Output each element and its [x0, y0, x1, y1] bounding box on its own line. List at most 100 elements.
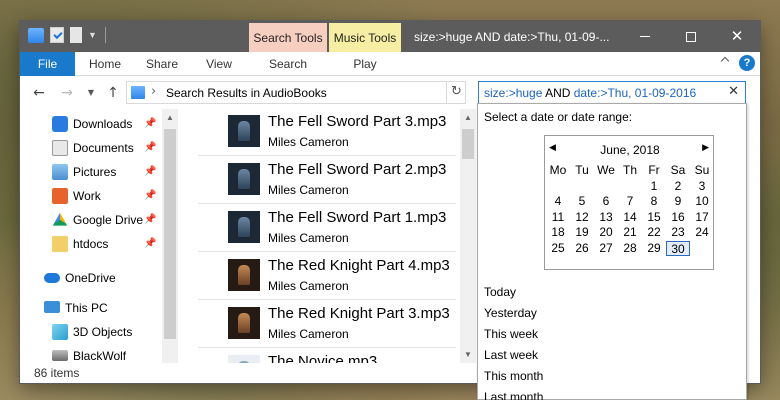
sidebar-item-label: BlackWolf: [73, 349, 127, 363]
minimize-button[interactable]: [622, 21, 668, 52]
sidebar-item-documents[interactable]: Documents 📌: [20, 137, 160, 159]
calendar-day[interactable]: 27: [594, 241, 618, 256]
calendar-day[interactable]: 29: [642, 241, 666, 256]
calendar-day[interactable]: 8: [642, 194, 666, 209]
maximize-button[interactable]: [668, 21, 714, 52]
sidebar-item-google-drive[interactable]: Google Drive 📌: [20, 209, 160, 231]
back-button[interactable]: ←: [29, 84, 49, 102]
calendar-day[interactable]: 13: [594, 210, 618, 225]
list-item[interactable]: The Fell Sword Part 2.mp3 Miles Cameron: [198, 157, 456, 204]
navigation-scrollbar[interactable]: ▲: [162, 109, 178, 363]
breadcrumb-chevron-icon[interactable]: ›: [151, 84, 156, 99]
tab-home[interactable]: Home: [77, 52, 133, 76]
calendar-day[interactable]: 4: [546, 194, 570, 209]
calendar-day[interactable]: 2: [666, 179, 690, 194]
calendar-month-title[interactable]: June, 2018: [545, 143, 715, 157]
tab-play[interactable]: Play: [329, 52, 401, 76]
next-month-icon[interactable]: ▶: [702, 142, 709, 153]
list-item[interactable]: The Red Knight Part 3.mp3 Miles Cameron: [198, 301, 456, 348]
list-item[interactable]: The Fell Sword Part 3.mp3 Miles Cameron: [198, 109, 456, 156]
address-bar[interactable]: › Search Results in AudioBooks: [126, 81, 466, 104]
pin-icon[interactable]: 📌: [144, 166, 156, 177]
download-arrow-icon: [52, 116, 68, 132]
calendar-day[interactable]: 19: [570, 225, 594, 240]
range-last-week[interactable]: Last week: [484, 348, 538, 362]
calendar-day[interactable]: 11: [546, 210, 570, 225]
calendar-day[interactable]: 18: [546, 225, 570, 240]
pin-icon[interactable]: 📌: [144, 118, 156, 129]
scroll-up-icon[interactable]: ▲: [166, 113, 174, 122]
forward-button[interactable]: →: [57, 84, 77, 102]
calendar-day[interactable]: 12: [570, 210, 594, 225]
list-item[interactable]: The Novice.mp3: [198, 349, 456, 363]
pin-icon[interactable]: 📌: [144, 142, 156, 153]
search-query-text[interactable]: size:>huge AND date:>Thu, 01-09-2016: [484, 86, 696, 100]
calendar-day[interactable]: 5: [570, 194, 594, 209]
clear-search-icon[interactable]: ✕: [728, 84, 739, 99]
search-input[interactable]: size:>huge AND date:>Thu, 01-09-2016 ✕: [478, 81, 746, 104]
calendar-day[interactable]: 9: [666, 194, 690, 209]
expand-ribbon-icon[interactable]: [719, 57, 731, 69]
sidebar-item-htdocs[interactable]: htdocs 📌: [20, 233, 160, 255]
range-this-week[interactable]: This week: [484, 327, 538, 341]
sidebar-item-downloads[interactable]: Downloads 📌: [20, 113, 160, 135]
tab-view[interactable]: View: [192, 52, 246, 76]
help-icon[interactable]: ?: [739, 55, 755, 71]
sidebar-item-onedrive[interactable]: OneDrive: [20, 267, 160, 289]
pin-icon[interactable]: 📌: [144, 238, 156, 249]
scroll-down-icon[interactable]: ▼: [464, 350, 472, 359]
scrollbar-thumb[interactable]: [164, 129, 176, 339]
tab-share[interactable]: Share: [134, 52, 190, 76]
new-folder-icon[interactable]: [70, 27, 82, 43]
list-item[interactable]: The Fell Sword Part 1.mp3 Miles Cameron: [198, 205, 456, 252]
properties-icon[interactable]: [50, 27, 64, 43]
sidebar-item-pictures[interactable]: Pictures 📌: [20, 161, 160, 183]
calendar-day[interactable]: 6: [594, 194, 618, 209]
calendar-day[interactable]: 3: [690, 179, 714, 194]
calendar-day[interactable]: 28: [618, 241, 642, 256]
list-item[interactable]: The Red Knight Part 4.mp3 Miles Cameron: [198, 253, 456, 300]
calendar-day[interactable]: 14: [618, 210, 642, 225]
file-artist: Miles Cameron: [268, 135, 349, 149]
calendar-day[interactable]: 26: [570, 241, 594, 256]
scrollbar-thumb[interactable]: [462, 129, 474, 159]
calendar-day[interactable]: 17: [690, 210, 714, 225]
sidebar-item-work[interactable]: Work 📌: [20, 185, 160, 207]
calendar-day[interactable]: 10: [690, 194, 714, 209]
scroll-up-icon[interactable]: ▲: [464, 113, 472, 122]
calendar-day[interactable]: 7: [618, 194, 642, 209]
range-this-month[interactable]: This month: [484, 369, 543, 383]
range-last-month[interactable]: Last month: [484, 390, 543, 400]
range-today[interactable]: Today: [484, 285, 516, 299]
calendar-day[interactable]: 25: [546, 241, 570, 256]
calendar-day[interactable]: 23: [666, 225, 690, 240]
recent-locations-button[interactable]: ▼: [85, 84, 97, 102]
calendar-day[interactable]: 20: [594, 225, 618, 240]
tab-search[interactable]: Search: [249, 52, 327, 76]
calendar-day[interactable]: 15: [642, 210, 666, 225]
close-button[interactable]: ✕: [714, 21, 760, 52]
pin-icon[interactable]: 📌: [144, 214, 156, 225]
calendar-day[interactable]: 24: [690, 225, 714, 240]
customize-toolbar-chevron-icon[interactable]: ▼: [88, 30, 97, 40]
sidebar-item-blackwolf[interactable]: BlackWolf: [20, 345, 160, 363]
pin-icon[interactable]: 📌: [144, 190, 156, 201]
sidebar-item-this-pc[interactable]: This PC: [20, 297, 160, 319]
calendar-day[interactable]: 1: [642, 179, 666, 194]
folder-icon: [131, 86, 145, 99]
up-button[interactable]: ↑: [103, 84, 123, 102]
explorer-folder-icon[interactable]: [28, 27, 44, 43]
sidebar-item-3d-objects[interactable]: 3D Objects: [20, 321, 160, 343]
calendar-day[interactable]: 21: [618, 225, 642, 240]
refresh-button[interactable]: ↻: [446, 81, 466, 104]
address-path[interactable]: Search Results in AudioBooks: [166, 86, 327, 100]
briefcase-icon: [52, 188, 68, 204]
tab-file[interactable]: File: [20, 52, 75, 76]
range-yesterday[interactable]: Yesterday: [484, 306, 537, 320]
sidebar-item-label: Downloads: [73, 117, 133, 131]
calendar-day[interactable]: 22: [642, 225, 666, 240]
calendar-day-selected[interactable]: 30: [666, 240, 690, 256]
chevron-down-icon: ▼: [87, 88, 95, 97]
file-list-scrollbar[interactable]: ▲ ▼: [460, 109, 476, 363]
calendar-day[interactable]: 16: [666, 210, 690, 225]
